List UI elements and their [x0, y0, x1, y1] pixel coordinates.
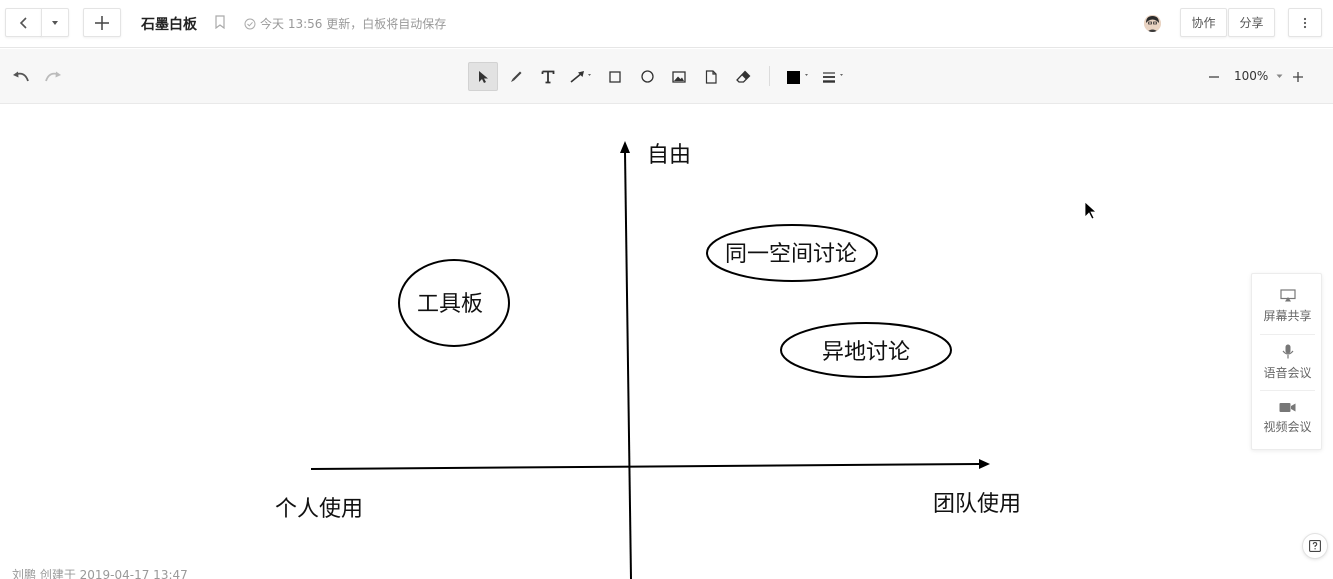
redo-button[interactable] [38, 62, 68, 91]
y-axis-line[interactable] [624, 151, 632, 579]
image-tool-button[interactable] [664, 62, 694, 91]
eraser-tool-button[interactable] [728, 62, 758, 91]
microphone-icon [1282, 344, 1293, 358]
pointer-icon [479, 70, 488, 83]
screen-share-button[interactable]: 屏幕共享 [1252, 278, 1323, 334]
back-button[interactable] [5, 8, 42, 37]
zoom-level-dropdown[interactable]: 100% [1234, 69, 1283, 83]
collaborate-label: 协作 [1191, 16, 1216, 30]
undo-icon [13, 71, 29, 81]
video-meeting-label: 视频会议 [1263, 419, 1312, 434]
help-button[interactable] [1302, 533, 1328, 559]
select-tool-button[interactable] [468, 62, 498, 91]
redo-icon [45, 71, 61, 81]
text-tool-button[interactable] [533, 62, 563, 91]
whiteboard-canvas[interactable]: 自由 个人使用 团队使用 工具板 同一空间讨论 异地讨论 [0, 104, 1333, 579]
voice-meeting-button[interactable]: 语音会议 [1252, 334, 1323, 390]
creator-info: 刘鹏 创建于 2019-04-17 13:47 [12, 568, 188, 579]
arrow-tool-button[interactable] [565, 62, 597, 91]
zoom-level-value: 100% [1234, 69, 1269, 83]
line-style-button[interactable] [817, 62, 849, 91]
avatar[interactable] [1144, 15, 1161, 32]
more-vertical-icon [1303, 17, 1307, 28]
toolbar-divider [769, 66, 770, 86]
meeting-side-panel: 屏幕共享 语音会议 视频会议 [1251, 273, 1322, 450]
top-bar: 石墨白板 今天 13:56 更新，白板将自动保存 协作 分享 [0, 0, 1333, 48]
eraser-icon [735, 70, 750, 83]
drawing-toolbar [0, 49, 1333, 104]
save-status-text: 今天 13:56 更新，白板将自动保存 [260, 17, 447, 31]
mouse-cursor-icon [1084, 201, 1098, 220]
more-menu-button[interactable] [1288, 8, 1322, 37]
arrow-icon [570, 70, 591, 83]
plus-icon [95, 15, 109, 30]
share-button[interactable]: 分享 [1228, 8, 1275, 37]
voice-meeting-label: 语音会议 [1263, 365, 1312, 380]
user-avatar-icon [1144, 15, 1161, 32]
zoom-in-button[interactable] [1283, 62, 1313, 91]
plus-icon [1293, 71, 1303, 82]
zoom-out-button[interactable] [1199, 62, 1229, 91]
x-axis-line[interactable] [310, 463, 980, 470]
collaborate-button[interactable]: 协作 [1180, 8, 1227, 37]
bubble-2-label[interactable]: 同一空间讨论 [725, 244, 857, 266]
color-picker-button[interactable] [781, 62, 815, 91]
video-meeting-button[interactable]: 视频会议 [1252, 390, 1323, 446]
file-icon [705, 69, 717, 84]
axis-x-left-label[interactable]: 个人使用 [275, 499, 363, 521]
bookmark-icon[interactable] [215, 15, 225, 29]
sticky-note-tool-button[interactable] [696, 62, 726, 91]
line-weight-icon [823, 71, 843, 83]
video-camera-icon [1279, 402, 1296, 412]
caret-down-icon [52, 20, 58, 25]
chevron-left-icon [19, 16, 27, 29]
bubble-1-label[interactable]: 工具板 [417, 294, 483, 316]
pen-icon [511, 71, 522, 82]
screen-share-icon [1279, 288, 1296, 301]
history-dropdown-button[interactable] [41, 8, 69, 37]
undo-button[interactable] [6, 62, 36, 91]
minus-icon [1209, 75, 1219, 78]
axis-y-label[interactable]: 自由 [647, 145, 691, 167]
color-swatch-icon [787, 70, 808, 84]
check-circle-icon [244, 18, 256, 29]
caret-down-icon [1276, 74, 1283, 78]
axis-x-right-label[interactable]: 团队使用 [933, 494, 1021, 516]
circle-icon [640, 70, 654, 83]
ellipse-tool-button[interactable] [632, 62, 662, 91]
share-label: 分享 [1239, 16, 1264, 30]
new-button[interactable] [83, 8, 121, 37]
save-status: 今天 13:56 更新，白板将自动保存 [244, 15, 446, 32]
whiteboard-drawing [310, 141, 1098, 579]
y-axis-arrowhead [620, 141, 630, 153]
image-icon [672, 70, 686, 83]
screen-share-label: 屏幕共享 [1263, 308, 1312, 323]
x-axis-arrowhead [979, 459, 990, 469]
pen-tool-button[interactable] [501, 62, 531, 91]
text-icon [541, 70, 555, 83]
rectangle-tool-button[interactable] [600, 62, 630, 91]
help-icon [1309, 539, 1321, 552]
bubble-3-label[interactable]: 异地讨论 [822, 342, 910, 364]
rectangle-icon [609, 70, 621, 83]
document-title[interactable]: 石墨白板 [141, 14, 197, 34]
